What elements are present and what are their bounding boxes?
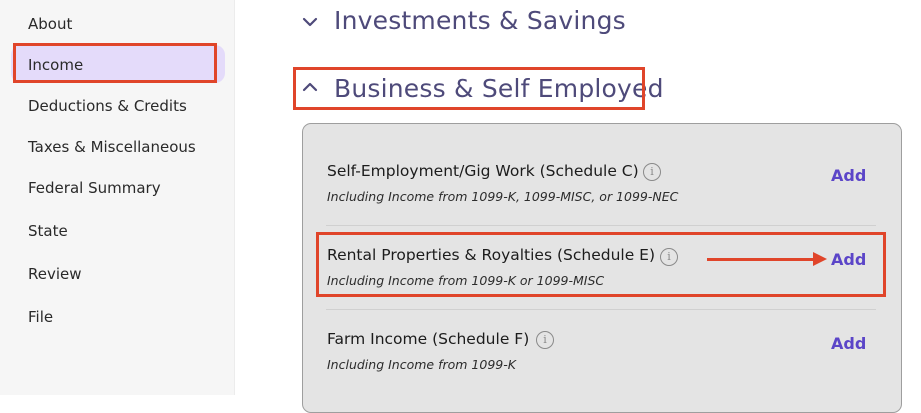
- section-highlight-box: [293, 67, 645, 110]
- sidebar-item-about[interactable]: About: [28, 14, 72, 34]
- add-button-schedule-f[interactable]: Add: [831, 334, 866, 354]
- row-title-schedule-f: Farm Income (Schedule F): [327, 330, 530, 348]
- sidebar-item-federal-summary[interactable]: Federal Summary: [28, 178, 161, 198]
- info-icon[interactable]: i: [536, 331, 554, 349]
- sidebar-item-state[interactable]: State: [28, 221, 68, 241]
- section-title-investments[interactable]: Investments & Savings: [334, 6, 626, 36]
- arrow-head-icon: [813, 252, 827, 266]
- row-divider: [326, 309, 876, 310]
- arrow-right-icon: [707, 258, 815, 261]
- rental-row-highlight-box: [316, 232, 886, 297]
- row-subtitle-schedule-f: Including Income from 1099-K: [327, 357, 516, 372]
- sidebar-item-file[interactable]: File: [28, 307, 53, 327]
- row-subtitle-schedule-c: Including Income from 1099-K, 1099-MISC,…: [327, 189, 679, 204]
- income-highlight-box: [13, 43, 217, 83]
- chevron-down-icon[interactable]: [301, 15, 319, 29]
- row-divider: [326, 225, 876, 226]
- sidebar-item-taxes-misc[interactable]: Taxes & Miscellaneous: [28, 137, 196, 157]
- sidebar-item-deductions-credits[interactable]: Deductions & Credits: [28, 96, 187, 116]
- sidebar: About Income Deductions & Credits Taxes …: [0, 0, 235, 395]
- sidebar-item-review[interactable]: Review: [28, 264, 82, 284]
- row-title-schedule-c: Self-Employment/Gig Work (Schedule C): [327, 162, 639, 180]
- info-icon[interactable]: i: [643, 163, 661, 181]
- add-button-schedule-c[interactable]: Add: [831, 166, 866, 186]
